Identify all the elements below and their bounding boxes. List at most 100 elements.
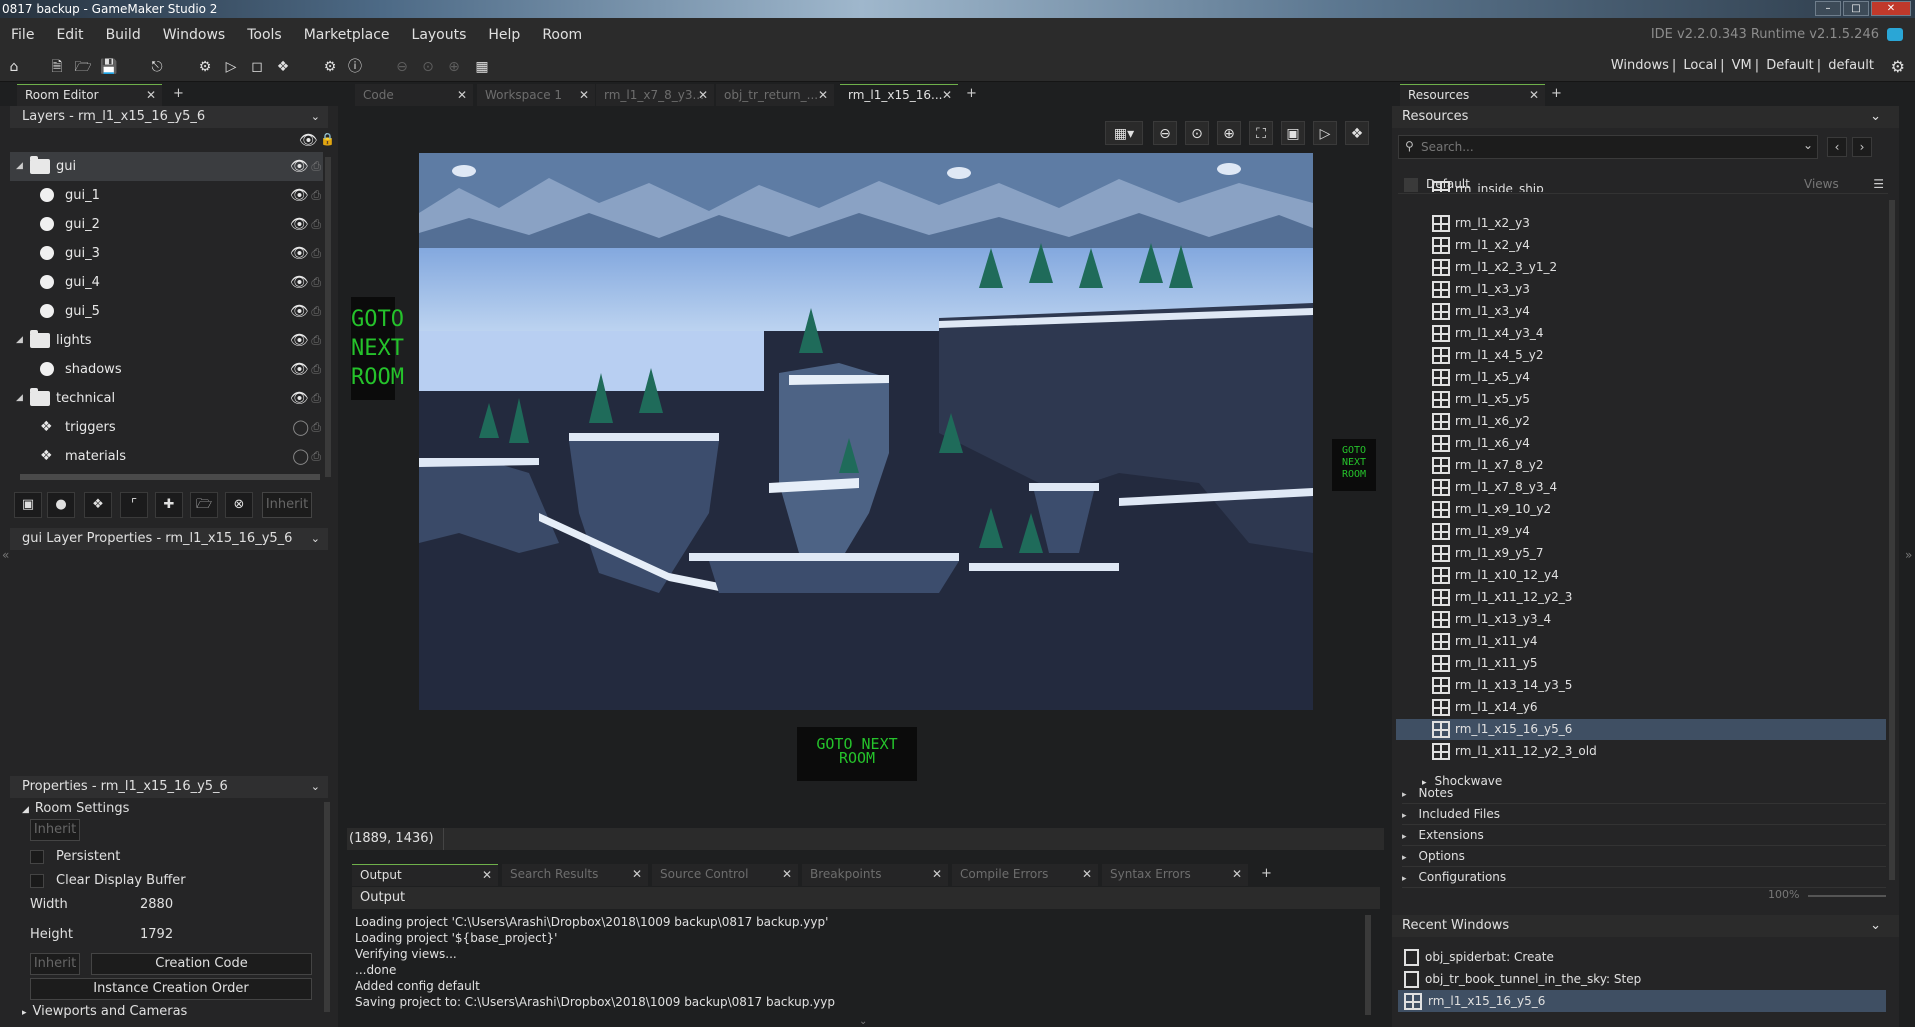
- save-icon[interactable]: 💾: [99, 57, 119, 77]
- close-icon[interactable]: ✕: [782, 864, 792, 884]
- persistent-row[interactable]: Persistent: [30, 849, 120, 864]
- fit-screen-icon[interactable]: ⛶: [1249, 121, 1273, 145]
- goto-next-room-left[interactable]: GOTO NEXT ROOM: [351, 297, 404, 400]
- close-icon[interactable]: ✕: [942, 85, 952, 105]
- lock-icon[interactable]: ⎙: [311, 268, 321, 297]
- goto-next-room-bottom[interactable]: GOTO NEXT ROOM: [797, 727, 917, 781]
- close-icon[interactable]: ✕: [482, 865, 492, 885]
- visibility-eye-icon[interactable]: ◯: [292, 442, 309, 471]
- output-tab-4[interactable]: Compile Errors ✕: [952, 864, 1098, 886]
- menu-edit[interactable]: Edit: [45, 27, 94, 43]
- doc-tab-3[interactable]: obj_tr_return_... ✕: [716, 84, 834, 106]
- expand-icon[interactable]: ▸: [1402, 790, 1407, 800]
- expand-icon[interactable]: ◢: [16, 152, 23, 181]
- add-folder-icon[interactable]: 🗁: [190, 492, 218, 518]
- resource-room-item[interactable]: rm_l1_x11_y5: [1432, 653, 1538, 674]
- lock-icon[interactable]: ⎙: [311, 384, 321, 413]
- layers-hscrollbar[interactable]: [20, 474, 320, 480]
- resource-room-item[interactable]: rm_l1_x5_y5: [1432, 389, 1530, 410]
- layer-lights[interactable]: ◢ lights 👁 ⎙: [10, 326, 323, 355]
- layer-triggers[interactable]: ❖ triggers ◯ ⎙: [10, 413, 323, 442]
- clean-icon[interactable]: ❖: [273, 57, 293, 77]
- target-platform[interactable]: Windows: [1611, 58, 1669, 73]
- target-texture[interactable]: Default: [1766, 58, 1814, 73]
- tree-section-included-files[interactable]: ▸ Included Files: [1402, 804, 1886, 825]
- lock-icon[interactable]: ⎙: [311, 239, 321, 268]
- resource-room-item[interactable]: rm_l1_x4_y3_4: [1432, 323, 1544, 344]
- maximize-button[interactable]: □: [1843, 1, 1869, 16]
- properties-header[interactable]: Properties - rm_l1_x15_16_y5_6 ⌄: [10, 776, 328, 798]
- menu-windows[interactable]: Windows: [152, 27, 237, 43]
- layer-gui_3[interactable]: gui_3 👁 ⎙: [10, 239, 323, 268]
- resource-room-item[interactable]: rm_l1_x4_5_y2: [1432, 345, 1544, 366]
- search-box[interactable]: ⚲ ⌄: [1398, 135, 1818, 159]
- add-path-layer-icon[interactable]: ⌜: [120, 492, 148, 518]
- tree-section-configurations[interactable]: ▸ Configurations: [1402, 867, 1886, 888]
- close-icon[interactable]: ✕: [632, 864, 642, 884]
- menu-marketplace[interactable]: Marketplace: [293, 27, 401, 43]
- menu-tools[interactable]: Tools: [236, 27, 293, 43]
- close-icon[interactable]: ✕: [457, 85, 467, 105]
- visibility-eye-icon[interactable]: 👁: [290, 384, 309, 413]
- search-input[interactable]: [1421, 138, 1801, 156]
- collapse-right-icon[interactable]: »: [1905, 548, 1912, 562]
- output-tab-5[interactable]: Syntax Errors ✕: [1102, 864, 1248, 886]
- lock-icon[interactable]: ⎙: [311, 181, 321, 210]
- resource-room-item[interactable]: rm_l1_x11_12_y2_3_old: [1432, 741, 1597, 762]
- visibility-eye-icon[interactable]: 👁: [290, 239, 309, 268]
- layer-gui_1[interactable]: gui_1 👁 ⎙: [10, 181, 323, 210]
- export-icon[interactable]: ⎋: [147, 57, 167, 77]
- layers-scrollbar[interactable]: [325, 157, 331, 477]
- recent-window-item[interactable]: rm_l1_x15_16_y5_6: [1398, 990, 1886, 1012]
- canvas-zoom-out-icon[interactable]: ⊖: [1153, 121, 1177, 145]
- menu-help[interactable]: Help: [477, 27, 531, 43]
- resource-room-item[interactable]: rm_inside_ship: [1432, 181, 1544, 192]
- resource-room-item[interactable]: rm_l1_x11_12_y2_3: [1432, 587, 1572, 608]
- resource-room-item[interactable]: rm_l1_x5_y4: [1432, 367, 1530, 388]
- expand-icon[interactable]: ▸: [1402, 874, 1407, 884]
- goto-next-room-right[interactable]: GOTO NEXT ROOM: [1332, 439, 1376, 491]
- doc-tab-2[interactable]: rm_l1_x7_8_y3... ✕: [596, 84, 714, 106]
- resource-room-item[interactable]: rm_l1_x9_y4: [1432, 521, 1530, 542]
- recent-window-item[interactable]: obj_tr_book_tunnel_in_the_sky: Step: [1398, 968, 1886, 990]
- viewports-section[interactable]: ▸ Viewports and Cameras: [22, 1004, 187, 1019]
- add-tile-layer-icon[interactable]: ❖: [84, 492, 112, 518]
- layer-gui[interactable]: ◢ gui 👁 ⎙: [10, 152, 323, 181]
- instance-creation-order-button[interactable]: Instance Creation Order: [30, 978, 312, 1000]
- canvas-zoom-in-icon[interactable]: ⊕: [1217, 121, 1241, 145]
- resource-room-item[interactable]: rm_l1_x9_y5_7: [1432, 543, 1544, 564]
- room-preview[interactable]: [419, 153, 1313, 710]
- output-tab-2[interactable]: Source Control ✕: [652, 864, 798, 886]
- new-project-icon[interactable]: 🗎: [47, 57, 67, 77]
- target-config[interactable]: default: [1828, 58, 1874, 73]
- persistent-checkbox[interactable]: [30, 849, 44, 864]
- resources-scrollbar[interactable]: [1889, 200, 1895, 880]
- tab-room-editor[interactable]: Room Editor ✕: [17, 84, 162, 106]
- doc-tab-4[interactable]: rm_l1_x15_16... ✕: [840, 84, 958, 106]
- menu-file[interactable]: File: [0, 27, 45, 43]
- target-settings-icon[interactable]: ⚙: [1891, 57, 1905, 76]
- collapse-left-icon[interactable]: «: [2, 548, 9, 562]
- layer-gui_5[interactable]: gui_5 👁 ⎙: [10, 297, 323, 326]
- resources-header[interactable]: Resources ⌄: [1392, 106, 1899, 128]
- visibility-eye-icon[interactable]: 👁: [290, 268, 309, 297]
- resource-room-item[interactable]: rm_l1_x14_y6: [1432, 697, 1538, 718]
- layer-properties-header[interactable]: gui Layer Properties - rm_l1_x15_16_y5_6…: [10, 528, 328, 550]
- menu-icon[interactable]: ☰: [1873, 174, 1884, 194]
- layer-materials[interactable]: ❖ materials ◯ ⎙: [10, 442, 323, 471]
- resource-room-item[interactable]: rm_l1_x3_y3: [1432, 279, 1530, 300]
- resource-room-item[interactable]: rm_l1_x6_y4: [1432, 433, 1530, 454]
- expand-icon[interactable]: ◢: [16, 384, 23, 413]
- zoom-out-icon[interactable]: ⊖: [392, 57, 412, 77]
- expand-icon[interactable]: ▸: [1402, 811, 1407, 821]
- menu-room[interactable]: Room: [531, 27, 593, 43]
- run-icon[interactable]: ▷: [221, 57, 241, 77]
- resource-room-item[interactable]: rm_l1_x11_y4: [1432, 631, 1538, 652]
- resource-room-item[interactable]: rm_l1_x15_16_y5_6: [1396, 719, 1886, 740]
- lock-icon[interactable]: ⎙: [311, 210, 321, 239]
- recent-windows-header[interactable]: Recent Windows ⌄: [1392, 915, 1899, 937]
- back-icon[interactable]: ‹: [1827, 137, 1847, 157]
- resource-room-item[interactable]: rm_l1_x7_8_y2: [1432, 455, 1544, 476]
- inherit-code-button[interactable]: Inherit: [30, 953, 80, 975]
- add-output-tab-icon[interactable]: +: [1261, 866, 1272, 881]
